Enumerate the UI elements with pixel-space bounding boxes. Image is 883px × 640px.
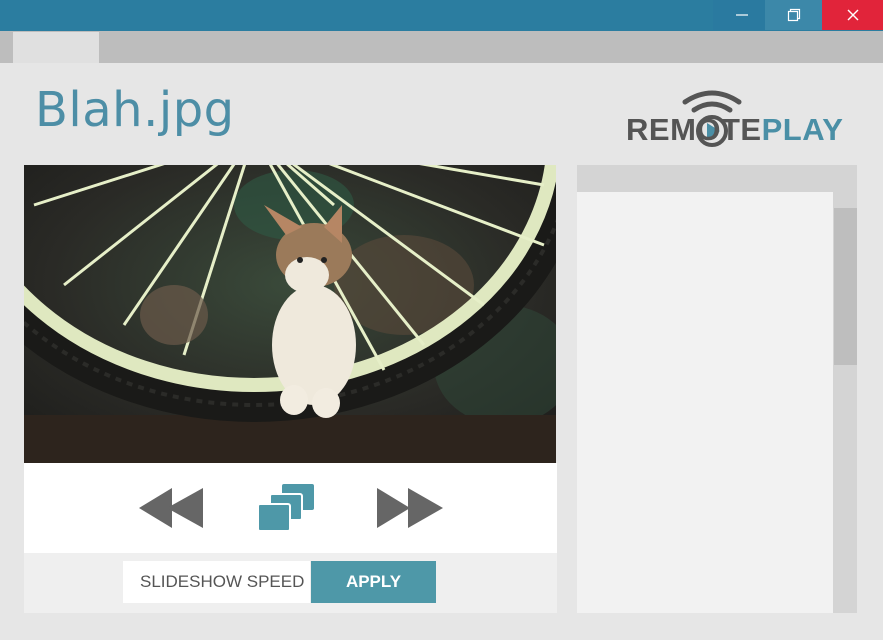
fast-forward-icon — [377, 488, 443, 528]
close-button[interactable] — [822, 0, 883, 30]
side-panel-list[interactable] — [577, 192, 833, 613]
file-title: Blah.jpg — [35, 82, 235, 138]
logo-play: PLAY — [761, 112, 844, 147]
logo-text: REMOTEPLAY — [626, 114, 843, 145]
rewind-icon — [139, 488, 203, 528]
slideshow-button[interactable] — [257, 483, 317, 540]
logo-remote: REMOTE — [626, 112, 762, 147]
slideshow-icon — [257, 484, 314, 532]
photo-kitten-bicycle-wheel — [24, 165, 556, 463]
previous-button[interactable] — [139, 483, 205, 538]
playback-controls — [24, 463, 557, 553]
remoteplay-logo: REMOTEPLAY — [626, 88, 856, 152]
next-button[interactable] — [377, 483, 443, 538]
minimize-button[interactable] — [713, 0, 770, 30]
restore-button[interactable] — [765, 0, 822, 30]
title-bar — [0, 0, 883, 31]
tab-active[interactable] — [13, 32, 99, 63]
slideshow-speed-bar: APPLY — [24, 553, 557, 613]
tab-strip — [0, 31, 883, 63]
scrollbar-thumb[interactable] — [834, 208, 857, 365]
minimize-icon — [735, 14, 748, 16]
side-panel-scrollbar[interactable] — [833, 192, 857, 613]
close-icon — [847, 9, 858, 21]
restore-icon — [787, 8, 800, 22]
apply-button[interactable]: APPLY — [311, 561, 436, 603]
slideshow-speed-input[interactable] — [123, 561, 310, 603]
image-preview — [24, 165, 556, 463]
side-panel-header — [577, 165, 857, 192]
